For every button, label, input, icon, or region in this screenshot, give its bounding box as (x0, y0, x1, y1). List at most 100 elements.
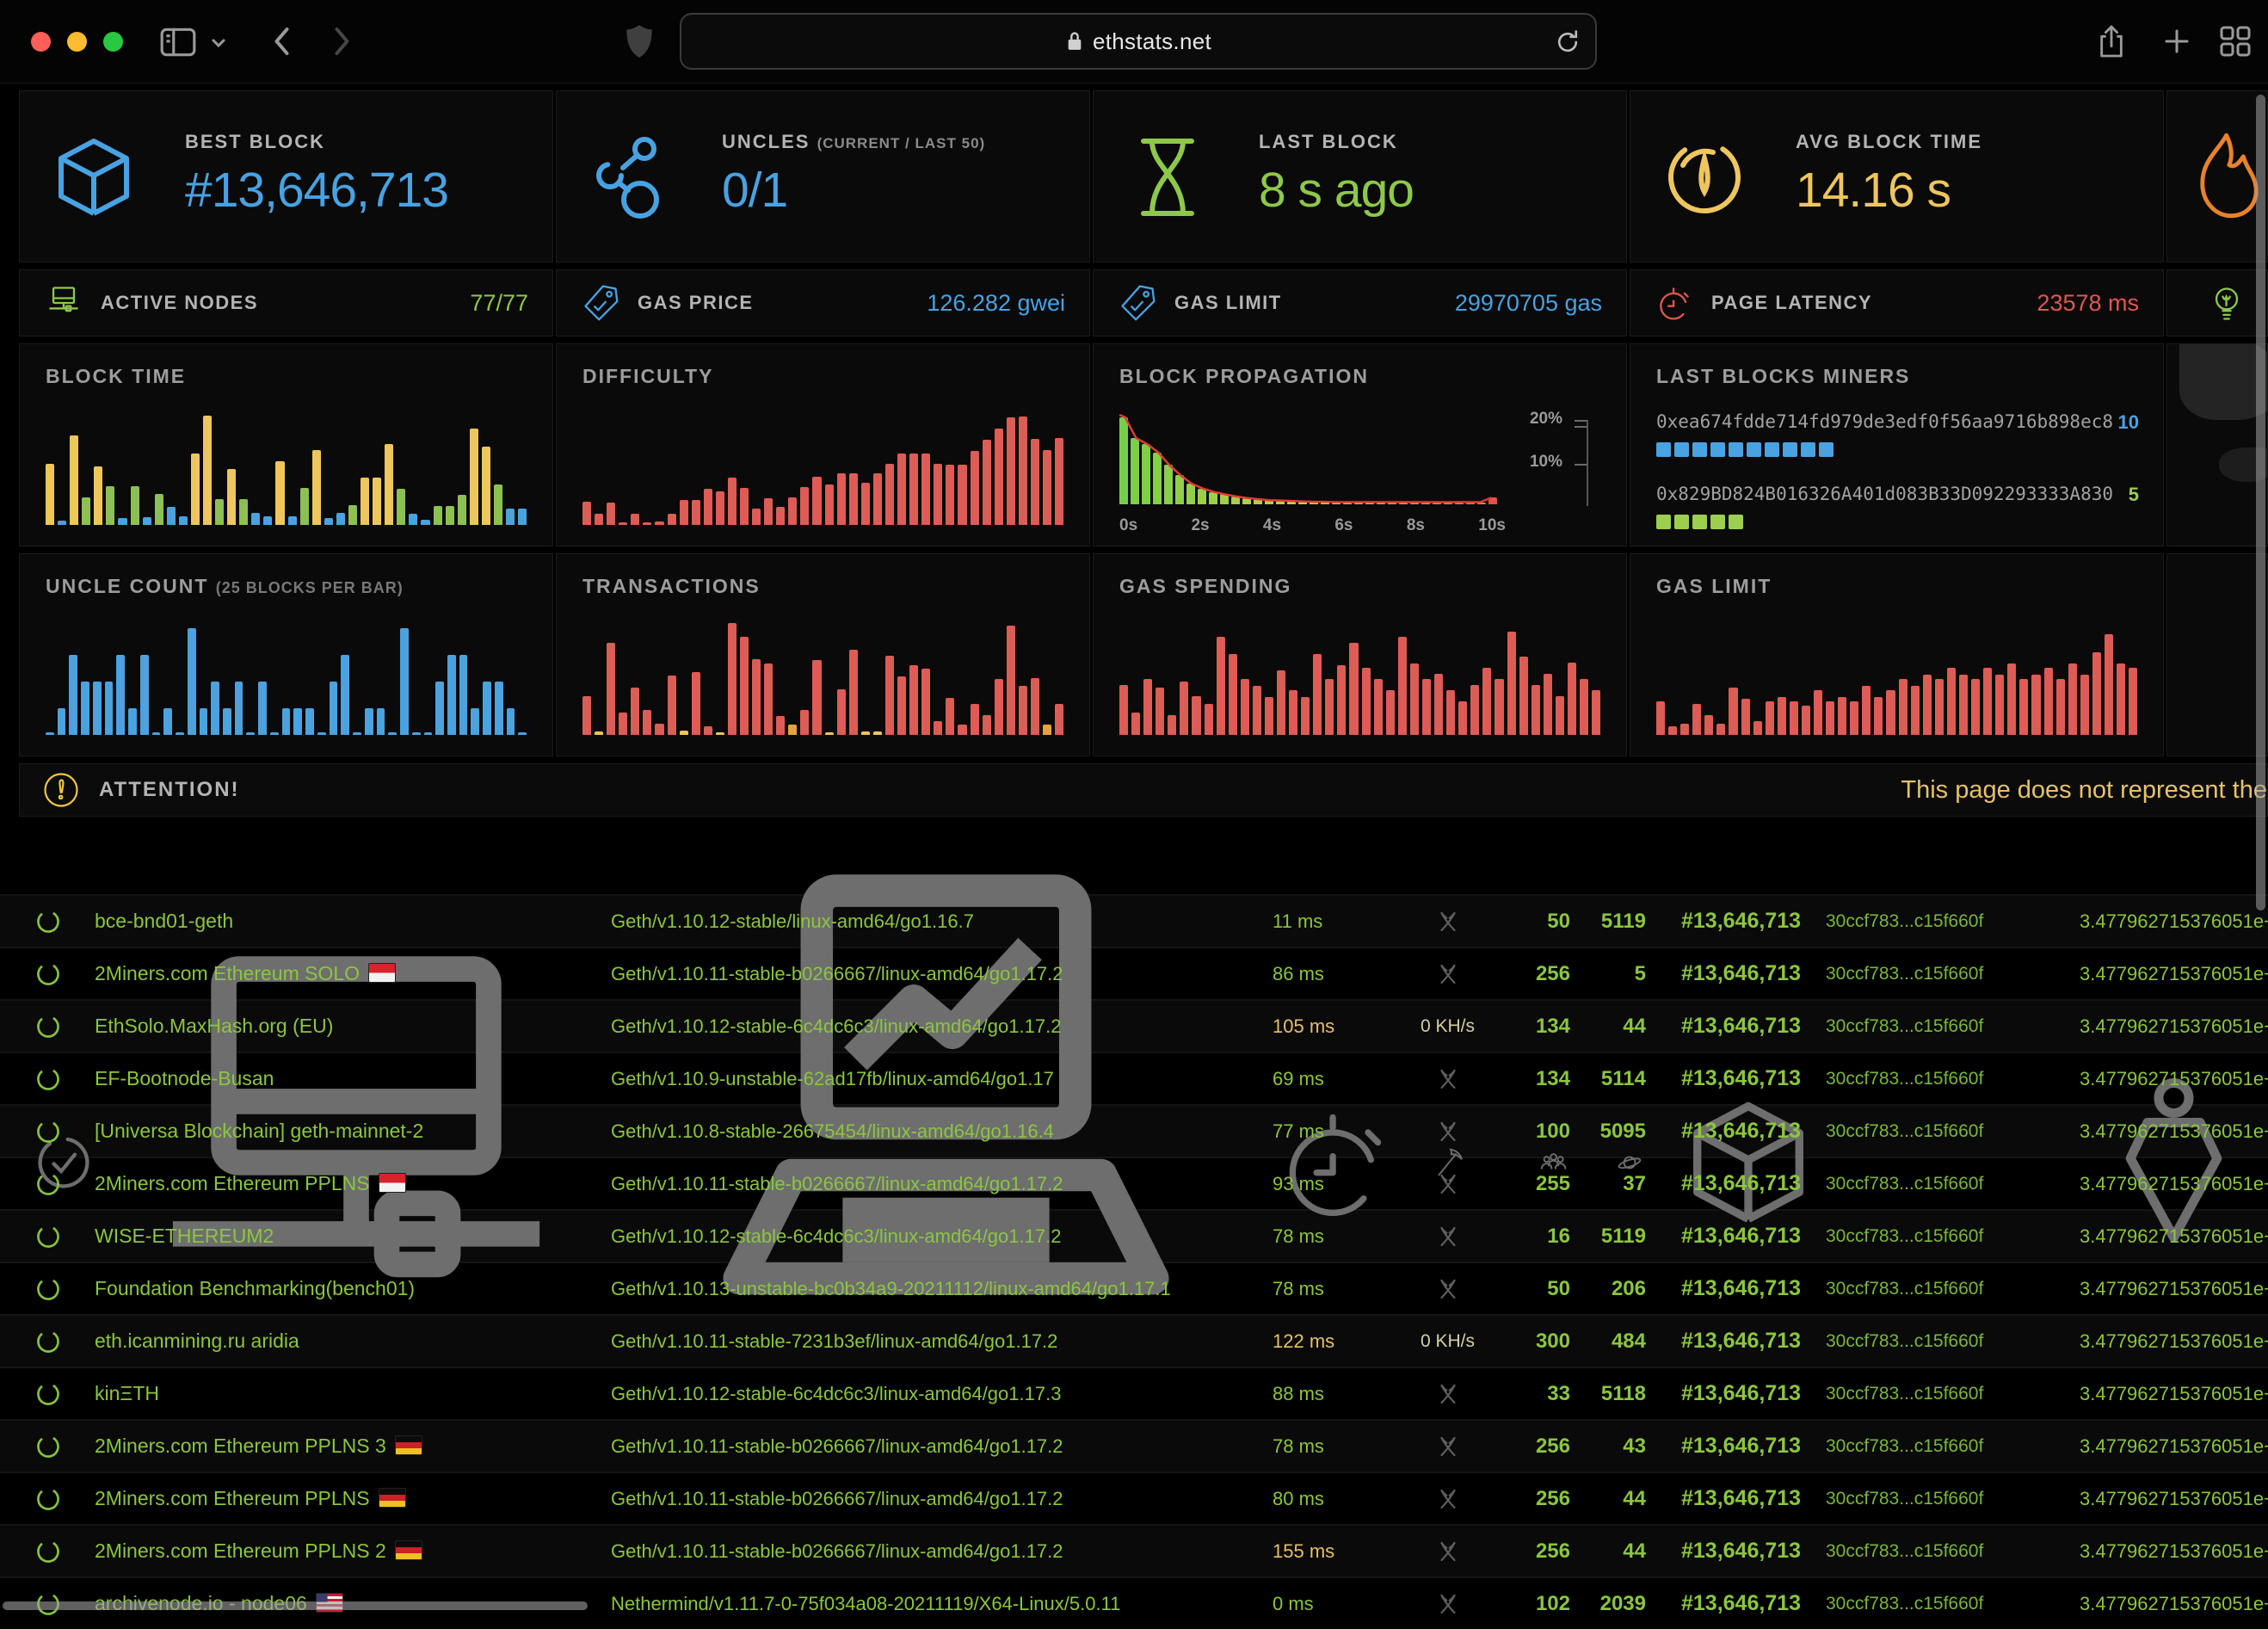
node-block-hash[interactable]: 30ccf783...c15f660f (1815, 1436, 2069, 1457)
chart-bar (506, 509, 515, 526)
node-pending: 206 (1570, 1277, 1648, 1301)
node-pending: 43 (1570, 1435, 1648, 1459)
node-latency: 11 ms (1269, 910, 1398, 933)
forward-button[interactable] (331, 26, 353, 57)
horizontal-scrollbar[interactable] (3, 1601, 588, 1610)
miner-squares (1656, 442, 2139, 457)
node-name[interactable]: WISE-ETHEREUM2 (95, 1225, 611, 1248)
node-peers: 50 (1497, 910, 1570, 934)
node-name[interactable]: kinΞTH (95, 1382, 611, 1405)
reload-button[interactable] (1554, 28, 1581, 56)
privacy-report-button[interactable] (625, 23, 654, 59)
chart-bar (94, 466, 102, 525)
node-client-version: Geth/v1.10.12-stable-6c4dc6c3/linux-amd6… (611, 1225, 1269, 1248)
node-block-hash[interactable]: 30ccf783...c15f660f (1815, 1279, 2069, 1299)
node-block[interactable]: #13,646,713 (1669, 1171, 1815, 1196)
node-row[interactable]: 2Miners.com Ethereum PPLNS 2Geth/v1.10.1… (0, 1524, 2268, 1577)
tab-overview-button[interactable] (2218, 24, 2253, 59)
chart-bar (1164, 465, 1173, 504)
node-block[interactable]: #13,646,713 (1669, 1381, 1815, 1406)
node-block-hash[interactable]: 30ccf783...c15f660f (1815, 1016, 2069, 1037)
node-block[interactable]: #13,646,713 (1669, 1329, 1815, 1354)
node-block[interactable]: #13,646,713 (1669, 1486, 1815, 1511)
chart-bar (239, 499, 248, 525)
node-block[interactable]: #13,646,713 (1669, 1224, 1815, 1249)
node-name[interactable]: 2Miners.com Ethereum PPLNS (95, 1487, 611, 1510)
chart-bar (668, 514, 676, 525)
block-propagation-bars (1119, 413, 1497, 504)
node-block[interactable]: #13,646,713 (1669, 1434, 1815, 1459)
chart-bar (1580, 679, 1588, 735)
spinner-icon (34, 1433, 62, 1460)
miner-address[interactable]: 0x829BD824B016326A401d083B33D092293333A8… (1656, 484, 2139, 504)
node-block-hash[interactable]: 30ccf783...c15f660f (1815, 1174, 2069, 1194)
node-block-hash[interactable]: 30ccf783...c15f660f (1815, 1121, 2069, 1142)
chart-bar (716, 491, 724, 525)
node-name[interactable]: Foundation Benchmarking(bench01) (95, 1277, 611, 1300)
chart-bar (155, 494, 163, 525)
address-bar[interactable]: ethstats.net (680, 13, 1597, 70)
node-block-hash[interactable]: 30ccf783...c15f660f (1815, 1331, 2069, 1352)
node-block-hash[interactable]: 30ccf783...c15f660f (1815, 911, 2069, 932)
node-block[interactable]: #13,646,713 (1669, 1276, 1815, 1301)
back-button[interactable] (271, 26, 293, 57)
chart-bar (1814, 690, 1822, 735)
node-name[interactable]: [Universa Blockchain] geth-mainnet-2 (95, 1120, 611, 1143)
node-name[interactable]: bce-bnd01-geth (95, 910, 611, 933)
node-name[interactable]: 2Miners.com Ethereum SOLO (95, 962, 611, 985)
spinner-icon (34, 1485, 62, 1513)
stat-label: AVG BLOCK TIME (1796, 131, 2156, 153)
node-block[interactable]: #13,646,713 (1669, 1119, 1815, 1144)
node-block-hash[interactable]: 30ccf783...c15f660f (1815, 1069, 2069, 1089)
new-tab-button[interactable] (2161, 26, 2192, 57)
node-status (0, 1013, 95, 1040)
node-block[interactable]: #13,646,713 (1669, 909, 1815, 934)
chart-bar (518, 732, 527, 735)
vertical-scrollbar[interactable] (2256, 95, 2265, 910)
world-map-fragment (2179, 343, 2268, 420)
chart-bar (1043, 725, 1051, 735)
node-block[interactable]: #13,646,713 (1669, 961, 1815, 986)
node-name[interactable]: 2Miners.com Ethereum PPLNS 2 (95, 1540, 611, 1563)
hourglass-icon-wrap (1125, 133, 1211, 222)
node-mining (1398, 1591, 1497, 1617)
minimize-window-button[interactable] (67, 32, 87, 52)
sidebar-toggle-button[interactable] (158, 24, 198, 60)
node-block-hash[interactable]: 30ccf783...c15f660f (1815, 1541, 2069, 1562)
chart-panel-block-time: BLOCK TIME (19, 343, 553, 546)
chart-bar (434, 506, 442, 525)
chart-bar (728, 623, 736, 735)
share-button[interactable] (2097, 22, 2126, 60)
chart-bar (1495, 679, 1503, 735)
node-status (0, 1223, 95, 1250)
node-total-difficulty: 3.477962715376051e+22 (2069, 1330, 2268, 1353)
chart-bar (361, 478, 369, 525)
node-block-hash[interactable]: 30ccf783...c15f660f (1815, 1594, 2069, 1614)
node-block[interactable]: #13,646,713 (1669, 1066, 1815, 1091)
sidebar-menu-button[interactable] (210, 34, 227, 52)
node-block-hash[interactable]: 30ccf783...c15f660f (1815, 1226, 2069, 1247)
column-header-latency-stopwatch[interactable] (1269, 1100, 1398, 1225)
node-name[interactable]: eth.icanmining.ru aridia (95, 1330, 611, 1353)
node-block[interactable]: #13,646,713 (1669, 1014, 1815, 1039)
node-block-hash[interactable]: 30ccf783...c15f660f (1815, 1489, 2069, 1509)
miner-block-square (1656, 515, 1671, 529)
stat-panel-uncles: UNCLES (CURRENT / LAST 50)0/1 (556, 90, 1090, 262)
chart-panel-gas-spending: GAS SPENDING (1093, 553, 1627, 756)
flag-de-icon (395, 1435, 422, 1455)
node-block[interactable]: #13,646,713 (1669, 1539, 1815, 1564)
miner-address[interactable]: 0xea674fdde714fd979de3edf0f56aa9716b898e… (1656, 411, 2139, 432)
node-block-hash[interactable]: 30ccf783...c15f660f (1815, 1384, 2069, 1404)
chart-bar (788, 497, 797, 526)
latency-stopwatch-icon (1273, 1100, 1398, 1225)
chart-bar (1421, 503, 1430, 504)
node-block-hash[interactable]: 30ccf783...c15f660f (1815, 964, 2069, 984)
node-name[interactable]: 2Miners.com Ethereum PPLNS 3 (95, 1435, 611, 1458)
node-name[interactable]: 2Miners.com Ethereum PPLNS (95, 1172, 611, 1195)
close-window-button[interactable] (31, 32, 51, 52)
zoom-window-button[interactable] (103, 32, 123, 52)
column-header-block-cube[interactable] (1669, 1095, 1815, 1230)
chart-bar (317, 732, 326, 735)
node-name[interactable]: EF-Bootnode-Busan (95, 1067, 611, 1090)
node-name[interactable]: EthSolo.MaxHash.org (EU) (95, 1015, 611, 1038)
